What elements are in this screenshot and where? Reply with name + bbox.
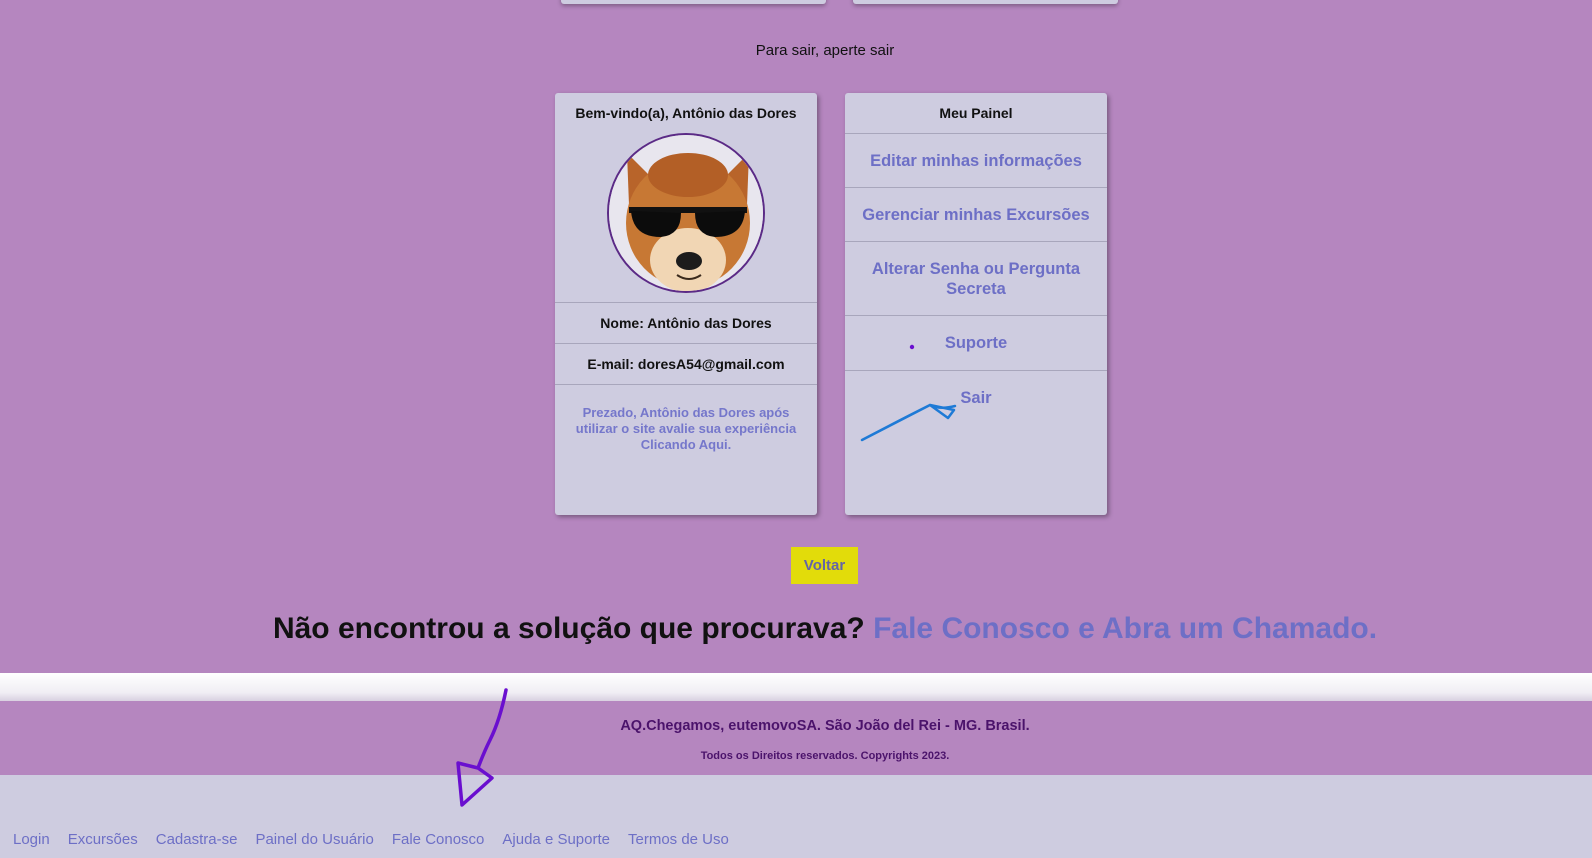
user-name: Nome: Antônio das Dores	[555, 302, 817, 343]
divider-band	[0, 673, 1592, 701]
back-button[interactable]: Voltar	[791, 547, 858, 584]
card-bottom-edge	[561, 0, 826, 4]
footer-nav: Login Excursões Cadastra-se Painel do Us…	[13, 831, 729, 848]
nav-user-panel[interactable]: Painel do Usuário	[255, 831, 373, 848]
bottom-nav-area: Login Excursões Cadastra-se Painel do Us…	[0, 775, 1592, 858]
feedback-link[interactable]: Prezado, Antônio das Dores após utilizar…	[555, 384, 817, 453]
dog-with-sunglasses-icon	[609, 135, 763, 291]
nav-signup[interactable]: Cadastra-se	[156, 831, 238, 848]
profile-card: Bem-vindo(a), Antônio das Dores Nome: An…	[555, 93, 817, 515]
nav-help[interactable]: Ajuda e Suporte	[502, 831, 610, 848]
contact-cta: Não encontrou a solução que procurava? F…	[0, 612, 1592, 646]
avatar	[607, 133, 765, 293]
welcome-title: Bem-vindo(a), Antônio das Dores	[575, 105, 797, 121]
change-password-link[interactable]: Alterar Senha ou Pergunta Secreta	[845, 241, 1107, 315]
cta-question: Não encontrou a solução que procurava?	[272, 612, 865, 645]
nav-excursions[interactable]: Excursões	[68, 831, 138, 848]
nav-contact[interactable]: Fale Conosco	[392, 831, 485, 848]
edit-info-link[interactable]: Editar minhas informações	[845, 133, 1107, 187]
footer-copyright: Todos os Direitos reservados. Copyrights…	[700, 750, 950, 762]
nav-login[interactable]: Login	[13, 831, 50, 848]
logout-link[interactable]: Sair	[845, 370, 1107, 424]
panel-title: Meu Painel	[939, 105, 1013, 121]
exit-hint: Para sair, aperte sair	[755, 42, 895, 59]
footer-company: AQ.Chegamos, eutemovoSA. São João del Re…	[620, 718, 1030, 734]
nav-terms[interactable]: Termos de Uso	[628, 831, 729, 848]
user-email: E-mail: doresA54@gmail.com	[555, 343, 817, 384]
footer: AQ.Chegamos, eutemovoSA. São João del Re…	[0, 701, 1592, 775]
open-ticket-link[interactable]: Fale Conosco e Abra um Chamado.	[873, 612, 1377, 645]
manage-excursions-link[interactable]: Gerenciar minhas Excursões	[845, 187, 1107, 241]
avatar-container	[555, 133, 817, 302]
support-link[interactable]: Suporte	[845, 315, 1107, 370]
user-panel-card: Meu Painel Editar minhas informações Ger…	[845, 93, 1107, 515]
card-bottom-edge	[853, 0, 1118, 4]
